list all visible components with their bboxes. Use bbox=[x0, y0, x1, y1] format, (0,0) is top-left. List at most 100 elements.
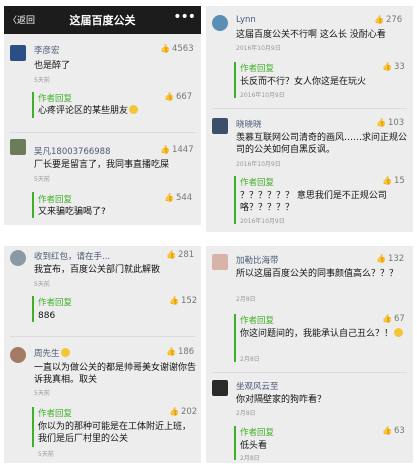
author-reply-marker bbox=[234, 314, 236, 362]
divider bbox=[10, 336, 195, 337]
like-count[interactable]: 👍 276 bbox=[374, 15, 402, 25]
username-text: 周先生 bbox=[34, 349, 60, 359]
thumb-up-icon: 👍 bbox=[160, 145, 170, 154]
like-count[interactable]: 👍 202 bbox=[169, 407, 197, 417]
comment-username[interactable]: 吴凡18003766988 bbox=[34, 145, 111, 157]
like-value: 544 bbox=[175, 193, 193, 203]
comment-username[interactable]: 坐观风云至 bbox=[236, 380, 279, 392]
comment-text: 所以这届百度公关的同事颜值高么？？？ bbox=[236, 269, 399, 279]
like-value: 281 bbox=[177, 250, 195, 260]
author-reply-text: 又来骗吃骗喝了? bbox=[38, 207, 106, 217]
like-count[interactable]: 👍 67 bbox=[382, 314, 405, 324]
like-count[interactable]: 👍 281 bbox=[166, 250, 194, 260]
author-reply-marker bbox=[32, 92, 34, 118]
author-reply-label: 作者回复 bbox=[240, 316, 275, 326]
comment-panel-2: Lynn 👍 276 这届百度公关不行啊 这么长 没耐心看 2016年10月9日 … bbox=[206, 6, 413, 232]
author-reply-text: 心疼评论区的某些朋友 bbox=[38, 105, 198, 117]
avatar[interactable] bbox=[212, 15, 228, 31]
avatar[interactable] bbox=[212, 254, 228, 270]
like-value: 667 bbox=[175, 92, 193, 102]
author-reply-marker bbox=[234, 62, 236, 98]
comment-username[interactable]: Lynn bbox=[236, 15, 256, 25]
comment-username[interactable]: 晓晓晓 bbox=[236, 118, 262, 130]
thumb-up-icon: 👍 bbox=[164, 92, 174, 101]
like-count[interactable]: 👍 1447 bbox=[160, 145, 194, 155]
author-reply-text: 长反而不行？女人你这是在玩火 bbox=[240, 77, 367, 87]
thumb-up-icon: 👍 bbox=[374, 15, 384, 24]
comment-username[interactable]: 李彦宏 bbox=[34, 44, 60, 56]
comment-username[interactable]: 收到红包，请在手... bbox=[34, 250, 110, 262]
smile-emoji-icon bbox=[129, 105, 139, 114]
comment-time: 2月8日 bbox=[236, 296, 256, 303]
like-count[interactable]: 👍 544 bbox=[164, 193, 192, 203]
like-count[interactable]: 👍 63 bbox=[382, 426, 405, 436]
author-reply-marker bbox=[32, 192, 34, 218]
like-value: 4563 bbox=[171, 44, 194, 54]
reply-time: 2016年10月9日 bbox=[240, 92, 285, 99]
thumb-up-icon: 👍 bbox=[169, 296, 179, 305]
avatar[interactable] bbox=[212, 118, 228, 134]
comment-text: 羡慕互联网公司清奇的画风……求问正规公司的公关如何自黑反讽。 bbox=[236, 133, 408, 155]
author-reply-label: 作者回复 bbox=[38, 195, 73, 205]
comment-text: 一直以为做公关的都是帅哥美女谢谢你告诉我真相。取关 bbox=[34, 363, 197, 385]
thumb-up-icon: 👍 bbox=[382, 176, 392, 185]
like-value: 67 bbox=[393, 314, 405, 324]
comment-time: 5天前 bbox=[34, 390, 50, 397]
thumb-up-icon: 👍 bbox=[382, 62, 392, 71]
comment-panel-3: 收到红包，请在手... 👍 281 我宣布，百度公关部门就此解散 5天前 作者回复… bbox=[4, 246, 201, 463]
like-count[interactable]: 👍 667 bbox=[164, 92, 192, 102]
comment-username[interactable]: 加勒比海带 bbox=[236, 254, 279, 266]
comment-username[interactable]: 周先生 bbox=[34, 347, 70, 359]
like-count[interactable]: 👍 186 bbox=[166, 347, 194, 357]
author-reply-label: 作者回复 bbox=[38, 298, 73, 308]
comment-panel-1: 〈返回 这届百度公关 ••• 李彦宏 👍 4563 也是醉了 5天前 作者回复 👍… bbox=[4, 6, 201, 225]
like-count[interactable]: 👍 33 bbox=[382, 62, 405, 72]
like-count[interactable]: 👍 152 bbox=[169, 296, 197, 306]
author-reply-label: 作者回复 bbox=[240, 178, 275, 188]
thumb-up-icon: 👍 bbox=[166, 347, 176, 356]
like-value: 33 bbox=[393, 62, 405, 72]
like-count[interactable]: 👍 132 bbox=[376, 254, 404, 264]
comment-time: 5天前 bbox=[34, 281, 50, 288]
like-value: 132 bbox=[387, 254, 405, 264]
author-reply-text: 886 bbox=[38, 311, 56, 321]
author-reply-marker bbox=[32, 296, 34, 322]
avatar[interactable] bbox=[10, 347, 26, 363]
author-reply-label: 作者回复 bbox=[38, 94, 73, 104]
thumb-up-icon: 👍 bbox=[382, 426, 392, 435]
avatar[interactable] bbox=[10, 45, 26, 61]
more-icon[interactable]: ••• bbox=[173, 9, 196, 25]
reply-time: 2016年10月9日 bbox=[240, 218, 285, 225]
divider bbox=[212, 108, 407, 109]
like-value: 103 bbox=[387, 118, 405, 128]
thumb-up-icon: 👍 bbox=[382, 314, 392, 323]
comment-time: 5天前 bbox=[34, 176, 50, 183]
like-value: 276 bbox=[385, 15, 403, 25]
top-bar: 〈返回 这届百度公关 ••• bbox=[4, 6, 201, 34]
reply-time: 2月8日 bbox=[240, 356, 260, 363]
comment-panel-4: 加勒比海带 👍 132 所以这届百度公关的同事颜值高么？？？ 2月8日 作者回复 … bbox=[206, 246, 413, 463]
comment-text: 厂长要是留言了，我同事直播吃屎 bbox=[34, 160, 170, 170]
like-value: 186 bbox=[177, 347, 195, 357]
author-reply-text: 你这问题间的，我能承认自己丑么？！ bbox=[240, 328, 408, 340]
comment-text: 我宣布，百度公关部门就此解散 bbox=[34, 265, 161, 275]
reply-time: 5天前 bbox=[38, 451, 54, 458]
like-count[interactable]: 👍 15 bbox=[382, 176, 405, 186]
like-value: 15 bbox=[393, 176, 405, 186]
comment-text: 也是醉了 bbox=[34, 61, 71, 71]
thumb-up-icon: 👍 bbox=[160, 44, 170, 53]
avatar[interactable] bbox=[212, 380, 228, 396]
author-reply-label: 作者回复 bbox=[38, 409, 73, 419]
comment-time: 2016年10月9日 bbox=[236, 45, 281, 52]
author-reply-marker bbox=[234, 426, 236, 460]
like-count[interactable]: 👍 4563 bbox=[160, 44, 194, 54]
avatar[interactable] bbox=[10, 139, 26, 155]
author-reply-text: 你以为的那种可能是在工体附近上班，我们是后厂村里的公关 bbox=[38, 422, 192, 444]
like-count[interactable]: 👍 103 bbox=[376, 118, 404, 128]
avatar[interactable] bbox=[10, 250, 26, 266]
like-value: 202 bbox=[180, 407, 198, 417]
author-reply-text: ？？？？？？ 意思我们是不正规公司咯？？？？？ bbox=[240, 191, 387, 213]
smile-emoji-icon bbox=[60, 348, 70, 357]
comment-time: 5天前 bbox=[34, 77, 50, 84]
thumb-up-icon: 👍 bbox=[169, 407, 179, 416]
